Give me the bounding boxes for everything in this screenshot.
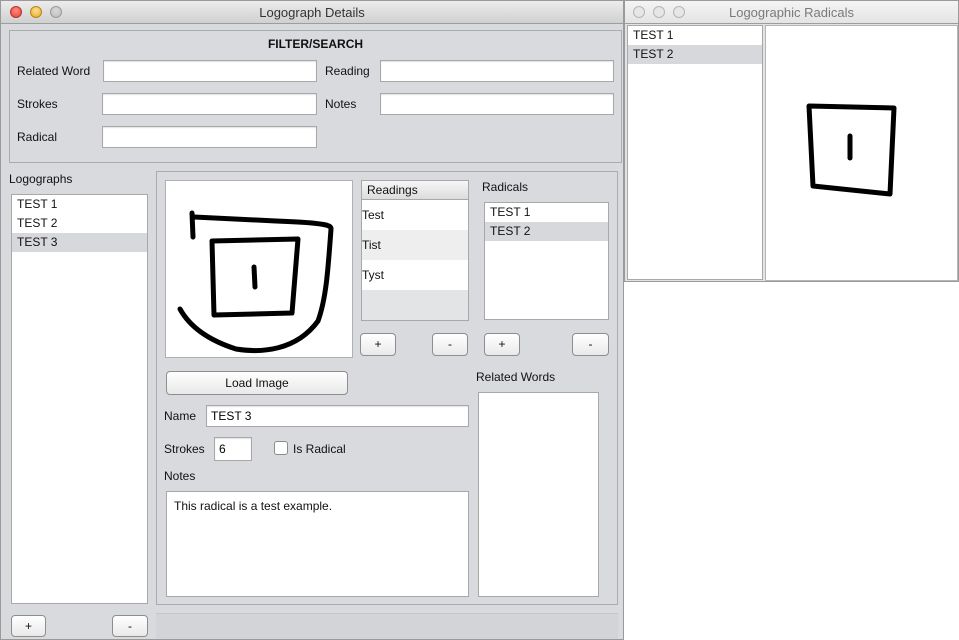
name-label: Name — [164, 409, 197, 423]
strokes-label: Strokes — [164, 442, 205, 456]
notes-label: Notes — [164, 469, 196, 483]
list-item[interactable]: TEST 2 — [628, 45, 762, 64]
list-item[interactable]: TEST 1 — [628, 26, 762, 45]
list-item[interactable]: TEST 2 — [485, 222, 608, 241]
readings-table[interactable]: Readings Test Tist Tyst — [361, 180, 469, 321]
related-word-input[interactable] — [103, 60, 317, 82]
title-bar[interactable]: Logographic Radicals — [625, 1, 958, 24]
logographs-label: Logographs — [9, 172, 73, 186]
remove-radical-button[interactable]: - — [572, 333, 609, 356]
strokes-filter-label: Strokes — [17, 97, 58, 111]
filter-search-panel: FILTER/SEARCH Related Word Reading Strok… — [9, 30, 622, 163]
list-item[interactable]: TEST 1 — [485, 203, 608, 222]
table-row[interactable]: Test — [362, 200, 468, 230]
name-input[interactable] — [206, 405, 469, 427]
add-reading-button[interactable]: + — [360, 333, 396, 356]
logograph-image — [165, 180, 353, 358]
notes-filter-label: Notes — [325, 97, 357, 111]
logograph-detail-panel: Readings Test Tist Tyst + - Radicals TES… — [156, 171, 618, 605]
logographs-list[interactable]: TEST 1 TEST 2 TEST 3 — [11, 194, 148, 604]
list-item[interactable]: TEST 2 — [12, 214, 147, 233]
window-title: Logographic Radicals — [728, 5, 855, 20]
readings-column-header[interactable]: Readings — [361, 180, 469, 200]
radicals-window-list[interactable]: TEST 1 TEST 2 — [627, 25, 763, 280]
logographic-radicals-window: Logographic Radicals TEST 1 TEST 2 — [624, 0, 959, 282]
title-bar[interactable]: Logograph Details — [1, 1, 623, 24]
radical-drawing — [806, 103, 897, 197]
table-row[interactable]: Tyst — [362, 260, 468, 290]
logograph-drawing — [177, 210, 334, 354]
add-radical-button[interactable]: + — [484, 333, 520, 356]
radicals-list[interactable]: TEST 1 TEST 2 — [484, 202, 609, 320]
radical-filter-input[interactable] — [102, 126, 317, 148]
notes-textarea[interactable]: This radical is a test example. — [166, 491, 469, 597]
reading-filter-input[interactable] — [380, 60, 614, 82]
table-row[interactable]: Tist — [362, 230, 468, 260]
filter-search-heading: FILTER/SEARCH — [267, 37, 364, 51]
remove-reading-button[interactable]: - — [432, 333, 468, 356]
radical-filter-label: Radical — [17, 130, 58, 144]
related-word-label: Related Word — [17, 64, 91, 78]
is-radical-checkbox[interactable] — [274, 441, 288, 455]
related-words-label: Related Words — [476, 370, 556, 384]
notes-filter-input[interactable] — [380, 93, 614, 115]
strokes-input[interactable] — [214, 437, 252, 461]
logograph-details-window: Logograph Details FILTER/SEARCH Related … — [0, 0, 624, 640]
status-strip — [156, 613, 618, 639]
add-logograph-button[interactable]: + — [11, 615, 46, 637]
remove-logograph-button[interactable]: - — [112, 615, 148, 637]
list-item[interactable]: TEST 1 — [12, 195, 147, 214]
is-radical-label[interactable]: Is Radical — [293, 442, 346, 456]
related-words-list[interactable] — [478, 392, 599, 597]
radicals-label: Radicals — [482, 180, 529, 194]
radical-preview-image — [765, 25, 958, 281]
strokes-filter-input[interactable] — [102, 93, 317, 115]
list-item[interactable]: TEST 3 — [12, 233, 147, 252]
reading-filter-label: Reading — [325, 64, 370, 78]
load-image-button[interactable]: Load Image — [166, 371, 348, 395]
window-title: Logograph Details — [259, 5, 365, 20]
